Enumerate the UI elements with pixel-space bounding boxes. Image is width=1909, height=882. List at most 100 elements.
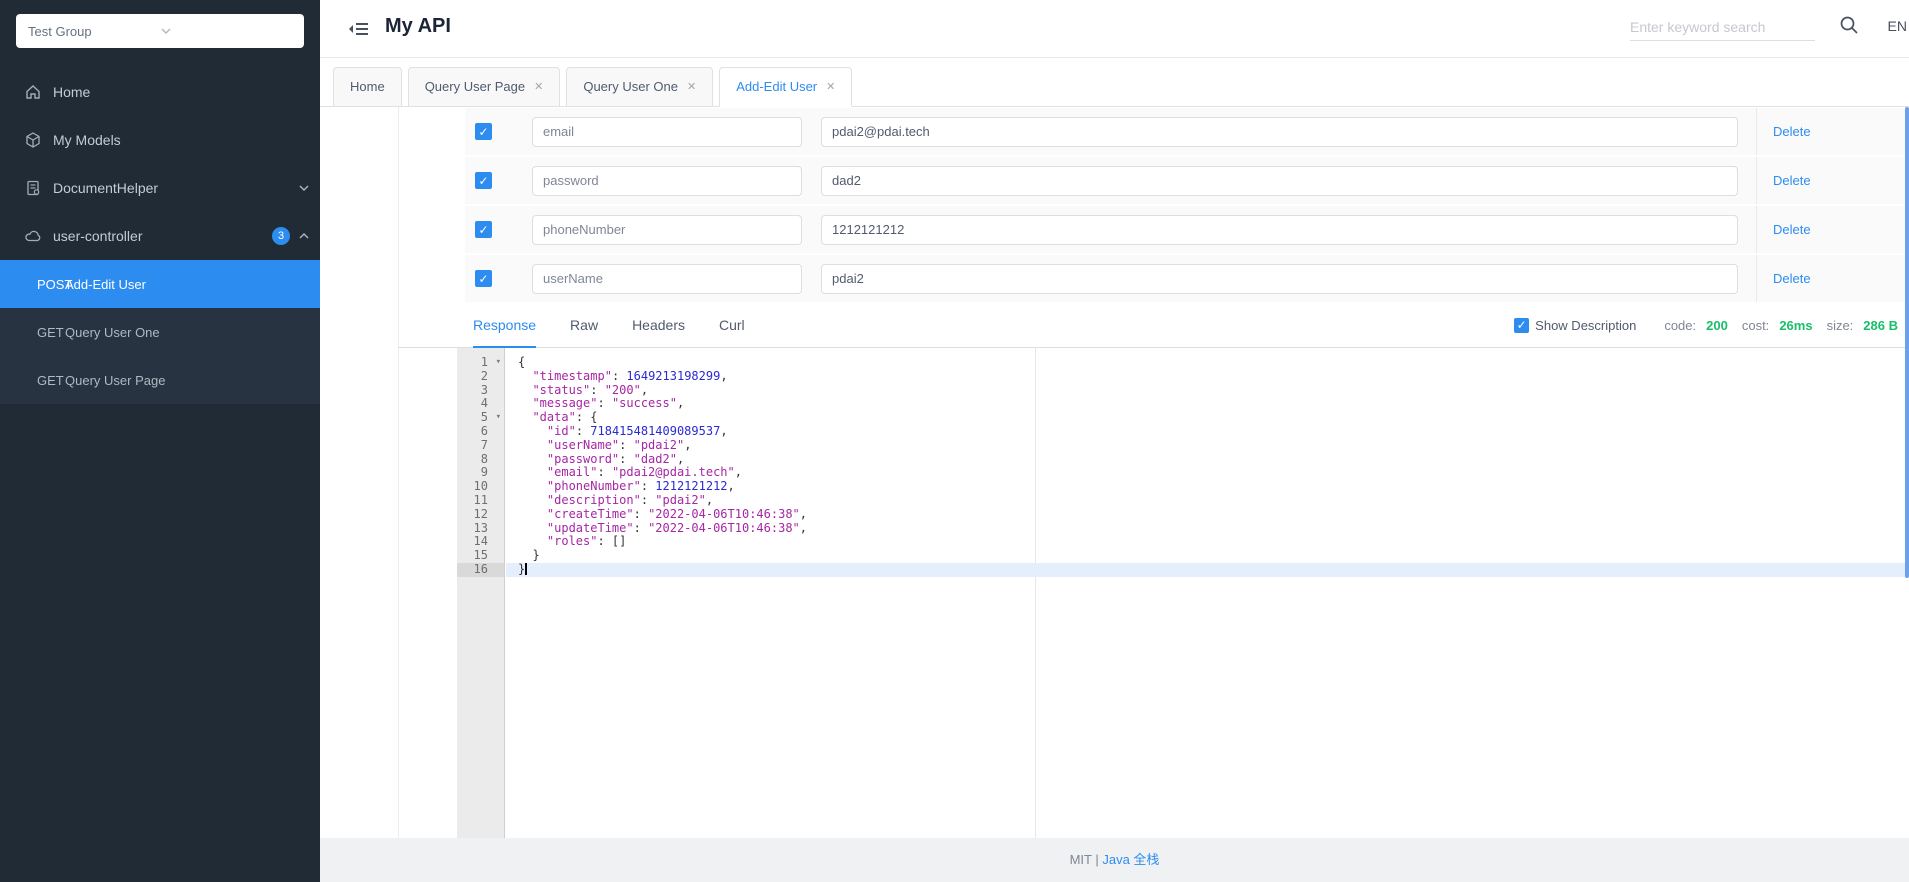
- meta-label: size:: [1827, 318, 1854, 333]
- code-line: "password": "dad2",: [506, 453, 1909, 467]
- response-tab-response[interactable]: Response: [473, 303, 536, 347]
- gutter-line-number: 7: [457, 439, 504, 453]
- endpoint-label: Add-Edit User: [65, 277, 146, 292]
- gutter-line-number: 8: [457, 453, 504, 467]
- response-tabs: Response Raw Headers Curl: [398, 303, 745, 347]
- search-wrap: [1630, 13, 1815, 41]
- scrollbar-thumb[interactable]: [1905, 107, 1909, 578]
- http-method: GET: [0, 325, 65, 340]
- editor-code[interactable]: { "timestamp": 1649213198299, "status": …: [506, 348, 1909, 838]
- editor-gutter: 1▾2345▾678910111213141516: [457, 348, 505, 838]
- sidebar-item-label: DocumentHelper: [53, 180, 158, 196]
- code-line: "createTime": "2022-04-06T10:46:38",: [506, 508, 1909, 522]
- param-row-password: Delete: [465, 157, 1909, 204]
- param-name-input[interactable]: [532, 166, 802, 196]
- tab-query-user-page[interactable]: Query User Page✕: [408, 67, 561, 107]
- models-icon: [24, 131, 42, 149]
- response-meta: Show Description code:200cost:26mssize:2…: [1514, 303, 1909, 347]
- param-name-input[interactable]: [532, 117, 802, 147]
- param-checkbox[interactable]: [475, 172, 492, 189]
- gutter-line-number: 9: [457, 466, 504, 480]
- column-divider: [1756, 108, 1757, 155]
- chevron-down-icon: [298, 182, 310, 194]
- language-switch[interactable]: EN: [1888, 18, 1907, 34]
- sidebar-menu: HomeMy Models DocumentHelper user-controll…: [0, 68, 320, 404]
- gutter-line-number: 1▾: [457, 356, 504, 370]
- fold-icon[interactable]: ▾: [496, 411, 501, 425]
- endpoint-query-user-one[interactable]: GETQuery User One: [0, 308, 320, 356]
- column-divider: [1756, 157, 1757, 204]
- gutter-line-number: 6: [457, 425, 504, 439]
- code-line: "phoneNumber": 1212121212,: [506, 480, 1909, 494]
- gutter-line-number: 10: [457, 480, 504, 494]
- param-checkbox[interactable]: [475, 123, 492, 140]
- param-name-input[interactable]: [532, 264, 802, 294]
- tab-label: Home: [350, 68, 385, 106]
- close-icon[interactable]: ✕: [534, 68, 543, 106]
- home-icon: [24, 83, 42, 101]
- gutter-line-number: 15: [457, 549, 504, 563]
- delete-link[interactable]: Delete: [1773, 173, 1811, 188]
- cloud-icon: [24, 227, 42, 245]
- footer-link[interactable]: Java 全栈: [1102, 852, 1159, 867]
- tab-bar: HomeQuery User Page✕Query User One✕Add-E…: [320, 58, 1909, 107]
- response-nav: ResponseRawHeadersCurl Show Description …: [398, 303, 1909, 348]
- param-checkbox[interactable]: [475, 270, 492, 287]
- response-tab-headers[interactable]: Headers: [632, 303, 685, 347]
- meta-value: 26ms: [1779, 318, 1812, 333]
- group-select[interactable]: Test Group: [16, 14, 304, 48]
- column-divider: [1756, 255, 1757, 302]
- sidebar: Test Group HomeMy Models DocumentHelper us…: [0, 0, 320, 882]
- http-method: GET: [0, 373, 65, 388]
- param-row-phonenumber: Delete: [465, 206, 1909, 253]
- param-value-input[interactable]: [821, 117, 1738, 147]
- response-tab-curl[interactable]: Curl: [719, 303, 745, 347]
- endpoint-label: Query User One: [65, 325, 160, 340]
- group-select-value: Test Group: [28, 24, 160, 39]
- sidebar-collapse-icon[interactable]: [348, 18, 370, 40]
- code-editor[interactable]: 1▾2345▾678910111213141516 { "timestamp":…: [457, 348, 1909, 838]
- param-value-input[interactable]: [821, 166, 1738, 196]
- code-line: "email": "pdai2@pdai.tech",: [506, 466, 1909, 480]
- param-value-input[interactable]: [821, 215, 1738, 245]
- endpoint-list: POSTAdd-Edit UserGETQuery User OneGETQue…: [0, 260, 320, 404]
- tab-add-edit-user[interactable]: Add-Edit User✕: [719, 67, 852, 107]
- sidebar-item-label: user-controller: [53, 228, 142, 244]
- document-icon: [24, 179, 42, 197]
- delete-link[interactable]: Delete: [1773, 222, 1811, 237]
- delete-link[interactable]: Delete: [1773, 124, 1811, 139]
- gutter-line-number: 16: [457, 563, 504, 577]
- page-title: My API: [385, 15, 451, 38]
- code-line: "message": "success",: [506, 397, 1909, 411]
- endpoint-query-user-page[interactable]: GETQuery User Page: [0, 356, 320, 404]
- sidebar-item-documenthelper[interactable]: DocumentHelper: [0, 164, 320, 212]
- count-badge: 3: [272, 227, 290, 245]
- meta-label: code:: [1664, 318, 1696, 333]
- column-divider: [1756, 206, 1757, 253]
- gutter-line-number: 11: [457, 494, 504, 508]
- param-value-input[interactable]: [821, 264, 1738, 294]
- close-icon[interactable]: ✕: [826, 68, 835, 106]
- search-input[interactable]: [1630, 13, 1815, 41]
- param-name-input[interactable]: [532, 215, 802, 245]
- param-checkbox[interactable]: [475, 221, 492, 238]
- footer-separator: |: [1095, 852, 1098, 867]
- response-tab-raw[interactable]: Raw: [570, 303, 598, 347]
- chevron-up-icon: [298, 230, 310, 242]
- page-footer: MIT | Java 全栈: [320, 838, 1909, 882]
- endpoint-add-edit-user[interactable]: POSTAdd-Edit User: [0, 260, 320, 308]
- tab-query-user-one[interactable]: Query User One✕: [566, 67, 713, 107]
- tab-label: Query User One: [583, 68, 678, 106]
- close-icon[interactable]: ✕: [687, 68, 696, 106]
- delete-link[interactable]: Delete: [1773, 271, 1811, 286]
- show-description-checkbox[interactable]: [1514, 318, 1529, 333]
- tab-home[interactable]: Home: [333, 67, 402, 107]
- top-bar: My API EN: [320, 0, 1909, 58]
- gutter-line-number: 14: [457, 535, 504, 549]
- sidebar-item-user-controller[interactable]: user-controller 3: [0, 212, 320, 260]
- search-icon[interactable]: [1839, 15, 1861, 37]
- show-description-label: Show Description: [1535, 318, 1636, 333]
- sidebar-item-home[interactable]: Home: [0, 68, 320, 116]
- sidebar-item-my-models[interactable]: My Models: [0, 116, 320, 164]
- fold-icon[interactable]: ▾: [496, 356, 501, 370]
